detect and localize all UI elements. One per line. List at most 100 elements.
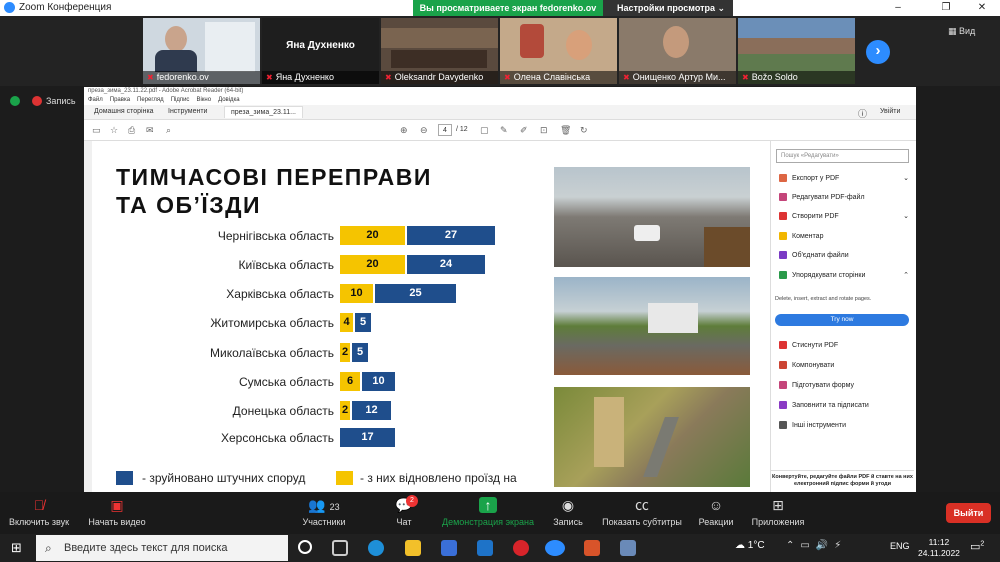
view-options-button[interactable]: Настройки просмотра ⌄: [603, 0, 733, 16]
cortana-icon[interactable]: [298, 540, 312, 554]
close-button[interactable]: ✕: [968, 0, 996, 16]
email-icon[interactable]: ✉: [146, 125, 154, 136]
windows-start-icon[interactable]: ⊞: [11, 541, 25, 555]
leave-button[interactable]: Выйти: [946, 503, 991, 523]
try-now-button[interactable]: Try now: [775, 314, 909, 326]
bar-restored: 20: [340, 255, 405, 274]
menu-help[interactable]: Довідка: [218, 96, 240, 105]
start-video-label: Начать видео: [88, 517, 146, 527]
taskbar-clock[interactable]: 11:12 24.11.2022: [918, 537, 960, 559]
tools-search-input[interactable]: Пошук «Редагувати»: [776, 149, 909, 163]
zoom-taskbar-icon[interactable]: [545, 540, 565, 556]
tab-home[interactable]: Домашня сторінка: [94, 108, 154, 115]
bar-destroyed: 24: [407, 255, 485, 274]
participant-tile[interactable]: ✖ fedorenko.ov: [143, 18, 260, 84]
chevron-down-icon: ⌄: [903, 213, 909, 220]
tool-combine-files[interactable]: Об'єднати файли: [779, 251, 909, 259]
recording-indicator[interactable]: Запись: [32, 96, 76, 106]
avatar: [165, 26, 187, 52]
category-label: Житомирська область: [210, 316, 334, 330]
participant-name: ✖ Božo Soldo: [738, 71, 855, 84]
tool-edit-pdf[interactable]: Редагувати PDF-файл: [779, 193, 909, 201]
unmute-button[interactable]: 🎙̸ Включить звук: [6, 497, 72, 527]
shield-icon[interactable]: [10, 96, 20, 106]
language-indicator[interactable]: ENG: [890, 541, 910, 551]
tool-export-pdf[interactable]: Експорт у PDF ⌄: [779, 174, 909, 182]
task-view-icon[interactable]: [332, 540, 348, 556]
tool-prepare-form[interactable]: Підготувати форму: [779, 381, 909, 389]
tool-fill-sign[interactable]: Заповнити та підписати: [779, 401, 909, 409]
notification-icon[interactable]: ▭2: [970, 540, 984, 553]
participant-tile[interactable]: ✖ Oleksandr Davydenko: [381, 18, 498, 84]
weather-widget[interactable]: ☁ 1°C: [735, 540, 765, 551]
save-icon[interactable]: ▭: [92, 125, 101, 136]
page-up-icon[interactable]: ⊕: [400, 125, 408, 136]
pen-icon[interactable]: ✎: [500, 125, 508, 136]
mic-muted-icon: ✖: [147, 73, 154, 82]
participant-tile[interactable]: ✖ Božo Soldo: [738, 18, 855, 84]
rotate-icon[interactable]: ↻: [580, 125, 588, 136]
participants-button[interactable]: 👥 23 Участники: [300, 497, 348, 527]
slide-title-line2: ТА ОБ’ЇЗДИ: [116, 192, 262, 218]
bar-destroyed: 25: [375, 284, 456, 303]
highlight-icon[interactable]: ✐: [520, 125, 528, 136]
comment-icon: [779, 232, 787, 240]
participant-tile[interactable]: Яна Духненко ✖ Яна Духненко: [262, 18, 379, 84]
menu-window[interactable]: Вікно: [196, 96, 211, 105]
powerpoint-icon[interactable]: [584, 540, 600, 556]
tool-organize-pages[interactable]: Упорядкувати сторінки ⌃: [779, 271, 909, 279]
stamp-icon[interactable]: ⊡: [540, 125, 548, 136]
menu-edit[interactable]: Правка: [110, 96, 130, 105]
menu-sign[interactable]: Підпис: [171, 96, 190, 105]
mic-muted-icon: ✖: [385, 73, 392, 82]
start-video-button[interactable]: ▣ Начать видео: [86, 497, 148, 527]
share-screen-icon: ↑: [479, 497, 497, 513]
tool-compose[interactable]: Компонувати: [779, 361, 909, 369]
maximize-button[interactable]: ❐: [932, 0, 960, 16]
file-explorer-icon[interactable]: [405, 540, 421, 556]
left-collapse-handle[interactable]: [84, 141, 92, 492]
tool-comment[interactable]: Коментар: [779, 232, 909, 240]
bar-restored: 20: [340, 226, 405, 245]
zoom-toolbar: 🎙̸ Включить звук ▣ Начать видео 👥 23 Участн…: [0, 492, 1000, 534]
category-label: Сумська область: [239, 375, 334, 389]
photo-aerial-construction: [554, 387, 750, 487]
apps-button[interactable]: ⊞ Приложения: [750, 497, 806, 527]
page-down-icon[interactable]: ⊖: [420, 125, 428, 136]
comment-icon[interactable]: ▢: [480, 125, 489, 136]
create-pdf-icon: [779, 212, 787, 220]
help-icon[interactable]: ⓘ: [858, 107, 867, 120]
tool-more-tools[interactable]: Інші інструменти: [779, 421, 909, 429]
view-button[interactable]: ▦ Вид: [948, 26, 975, 37]
tab-tools[interactable]: Інструменти: [168, 108, 207, 115]
edge-icon[interactable]: [368, 540, 384, 556]
tab-document[interactable]: преза_зима_23.11...: [224, 106, 303, 118]
bar-destroyed: 17: [340, 428, 395, 447]
tool-create-pdf[interactable]: Створити PDF ⌄: [779, 212, 909, 220]
taskbar-search-input[interactable]: Введите здесь текст для поиска: [36, 535, 288, 561]
share-screen-button[interactable]: ↑ Демонстрация экрана: [440, 497, 536, 527]
subtitles-button[interactable]: ㏄ Показать субтитры: [600, 497, 684, 527]
delete-icon[interactable]: 🗑: [560, 125, 571, 136]
opera-icon[interactable]: [513, 540, 529, 556]
tray-icons[interactable]: ⌃▭🔊⚡: [786, 540, 847, 551]
search-icon[interactable]: ⌕: [166, 125, 171, 136]
participant-tile[interactable]: ✖ Олена Славінська: [500, 18, 617, 84]
store-icon[interactable]: [441, 540, 457, 556]
participant-tile[interactable]: ✖ Онищенко Артур Ми...: [619, 18, 736, 84]
minimize-button[interactable]: –: [884, 0, 912, 16]
tool-compress-pdf[interactable]: Стиснути PDF: [779, 341, 909, 349]
reactions-button[interactable]: ☺ Реакции: [696, 497, 736, 527]
menu-view[interactable]: Перегляд: [137, 96, 164, 105]
clock-time: 11:12: [928, 537, 950, 547]
record-button[interactable]: ◉ Запись: [550, 497, 586, 527]
bookmark-star-icon[interactable]: ☆: [110, 125, 118, 136]
video-off-icon: ▣: [110, 497, 124, 513]
app-icon[interactable]: [620, 540, 636, 556]
sign-in-button[interactable]: Увійти: [880, 108, 900, 115]
next-page-arrow-icon[interactable]: ›: [866, 40, 890, 64]
page-number-input[interactable]: 4: [438, 124, 452, 136]
print-icon[interactable]: ⎙: [128, 125, 135, 136]
mail-icon[interactable]: [477, 540, 493, 556]
menu-file[interactable]: Файл: [88, 96, 103, 105]
